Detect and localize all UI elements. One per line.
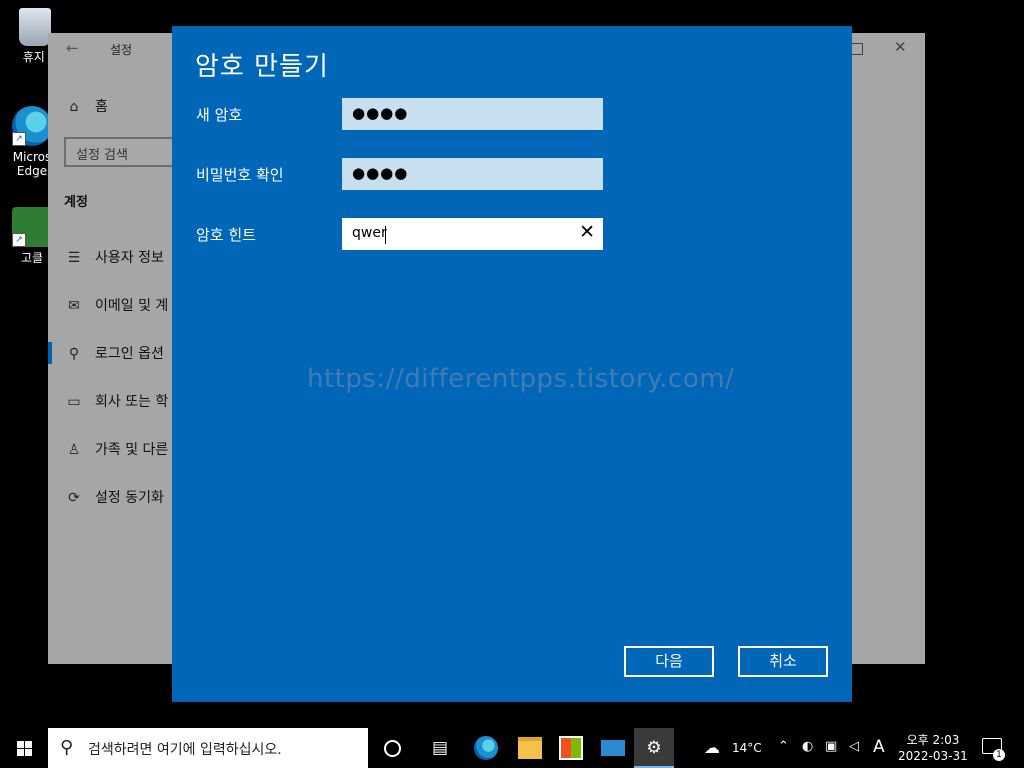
- weather-icon[interactable]: ☁: [698, 728, 726, 768]
- nav-item-sign-in-options[interactable]: ⚲ 로그인 옵션: [64, 343, 164, 363]
- shortcut-arrow-icon: ↗: [12, 132, 26, 146]
- windows-logo-icon: [17, 741, 32, 756]
- text-caret: [385, 226, 386, 244]
- start-button[interactable]: [0, 728, 48, 768]
- nav-item-your-info[interactable]: ☰ 사용자 정보: [64, 247, 164, 267]
- dialog-title: 암호 만들기: [195, 52, 329, 82]
- recycle-bin-icon: [19, 8, 51, 46]
- task-view-icon: ▤: [431, 738, 449, 758]
- volume-muted-icon[interactable]: ◁: [849, 739, 859, 754]
- chevron-up-icon[interactable]: ⌃: [778, 739, 789, 754]
- taskbar-file-explorer[interactable]: [510, 728, 550, 768]
- create-password-dialog: 암호 만들기 새 암호 ●●●● 비밀번호 확인 ●●●● 암호 힌트 qwer…: [172, 26, 852, 702]
- maximize-icon[interactable]: [851, 43, 863, 55]
- new-password-field[interactable]: ●●●●: [342, 98, 603, 130]
- briefcase-icon: ▭: [67, 394, 81, 410]
- mail-icon: [601, 740, 625, 756]
- settings-icon: ⚙: [646, 738, 662, 758]
- clock-date[interactable]: 2022-03-31: [898, 749, 968, 763]
- nav-item-label: 회사 또는 학: [95, 394, 169, 410]
- new-password-value: ●●●●: [352, 104, 409, 122]
- person-add-icon: ♙: [67, 442, 81, 458]
- cortana-icon: [383, 739, 401, 757]
- settings-search-placeholder: 설정 검색: [76, 148, 128, 163]
- taskbar-store[interactable]: [551, 728, 591, 768]
- goclean-icon: ↗: [12, 207, 52, 247]
- nav-item-label: 가족 및 다른: [95, 442, 169, 458]
- taskbar-edge[interactable]: [466, 728, 506, 768]
- password-hint-field[interactable]: qwer ✕: [342, 218, 603, 250]
- nav-item-label: 사용자 정보: [95, 250, 164, 266]
- edge-icon: [474, 736, 498, 760]
- taskbar: ⚲ 검색하려면 여기에 입력하십시오. ▤ ⚙ ☁ 14°C ⌃ ◐ ▣ ◁ A…: [0, 728, 1024, 768]
- taskbar-mail[interactable]: [593, 728, 633, 768]
- back-arrow-icon[interactable]: ←: [66, 39, 79, 57]
- file-explorer-icon: [518, 737, 542, 759]
- shortcut-arrow-icon: ↗: [12, 233, 26, 247]
- taskbar-search-input[interactable]: ⚲ 검색하려면 여기에 입력하십시오.: [48, 728, 368, 768]
- nav-item-email-accounts[interactable]: ✉ 이메일 및 계: [64, 295, 168, 315]
- mail-icon: ✉: [68, 298, 80, 314]
- close-icon[interactable]: ✕: [894, 38, 907, 56]
- task-view-button[interactable]: ▤: [420, 728, 460, 768]
- new-password-label: 새 암호: [196, 106, 243, 124]
- key-icon: ⚲: [68, 346, 80, 362]
- nav-item-label: 로그인 옵션: [95, 346, 164, 362]
- nav-home[interactable]: ⌂ 홈: [64, 96, 108, 116]
- store-icon: [559, 736, 583, 760]
- meet-now-icon[interactable]: ◐: [802, 739, 813, 754]
- network-icon[interactable]: ▣: [825, 739, 837, 754]
- person-card-icon: ☰: [67, 250, 81, 266]
- weather-temp[interactable]: 14°C: [732, 741, 762, 755]
- confirm-password-field[interactable]: ●●●●: [342, 158, 603, 190]
- nav-item-sync[interactable]: ⟳ 설정 동기화: [64, 487, 164, 507]
- clock-time: 오후 2:03: [906, 733, 960, 747]
- cancel-button[interactable]: 취소: [738, 646, 828, 677]
- password-hint-label: 암호 힌트: [196, 226, 256, 244]
- taskbar-settings[interactable]: ⚙: [634, 728, 674, 768]
- selected-indicator: [48, 342, 52, 364]
- ime-indicator[interactable]: A: [873, 737, 885, 757]
- watermark: https://differentpps.tistory.com/: [307, 364, 735, 394]
- home-icon: ⌂: [69, 99, 79, 115]
- sync-icon: ⟳: [68, 490, 80, 506]
- notification-badge: 1: [993, 749, 1005, 761]
- clear-icon[interactable]: ✕: [579, 221, 595, 243]
- nav-item-label: 설정 동기화: [95, 490, 164, 506]
- nav-home-label: 홈: [95, 99, 108, 115]
- search-icon: ⚲: [60, 737, 74, 758]
- confirm-password-label: 비밀번호 확인: [196, 166, 284, 184]
- taskbar-search-placeholder: 검색하려면 여기에 입력하십시오.: [88, 742, 282, 758]
- nav-item-label: 이메일 및 계: [95, 298, 169, 314]
- section-title: 계정: [64, 195, 88, 210]
- nav-item-family[interactable]: ♙ 가족 및 다른: [64, 439, 169, 459]
- password-hint-value: qwer: [352, 225, 387, 241]
- next-button[interactable]: 다음: [624, 646, 714, 677]
- clock[interactable]: 오후 2:03: [905, 731, 961, 748]
- edge-icon: ↗: [12, 106, 52, 146]
- nav-item-work-school[interactable]: ▭ 회사 또는 학: [64, 391, 168, 411]
- cortana-button[interactable]: [372, 728, 412, 768]
- settings-window-title: 설정: [110, 43, 133, 57]
- confirm-password-value: ●●●●: [352, 164, 409, 182]
